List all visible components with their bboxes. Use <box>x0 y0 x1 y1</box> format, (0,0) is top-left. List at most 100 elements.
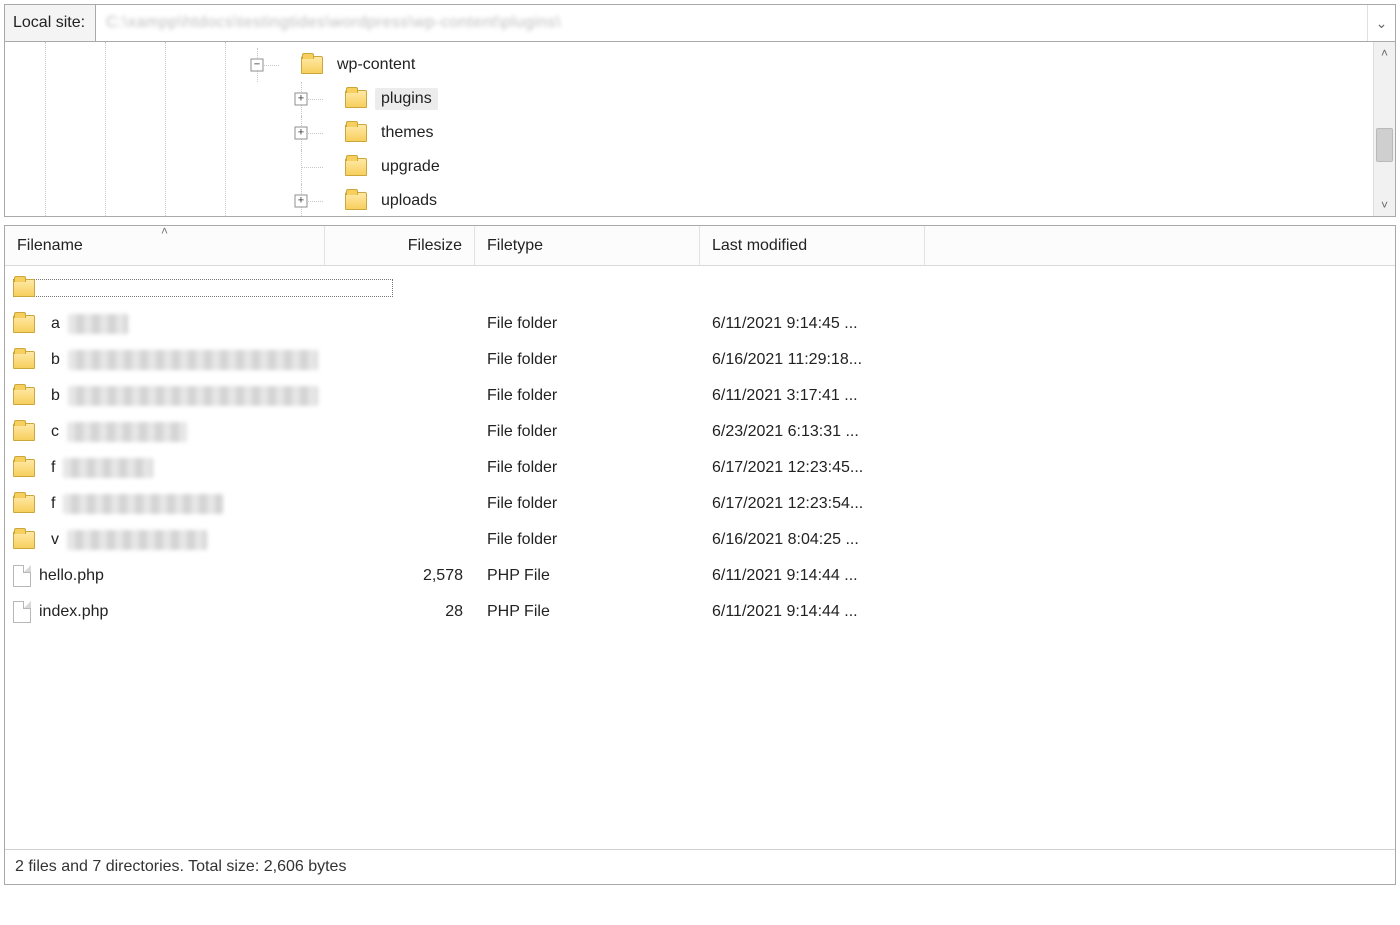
folder-row[interactable]: b File folder6/16/2021 11:29:18... <box>5 342 1395 378</box>
cell-filetype: PHP File <box>475 567 700 585</box>
path-dropdown-button[interactable]: ⌄ <box>1367 5 1395 41</box>
file-list-body[interactable]: aFile folder6/11/2021 9:14:45 ...bFile f… <box>5 266 1395 849</box>
scroll-thumb[interactable] <box>1376 128 1393 162</box>
folder-row[interactable]: b File folder6/11/2021 3:17:41 ... <box>5 378 1395 414</box>
folder-icon <box>345 158 367 176</box>
cell-modified: 6/23/2021 6:13:31 ... <box>700 423 925 441</box>
column-label: Filename <box>17 237 83 255</box>
tree-node-wp-content[interactable]: − wp-content <box>5 48 1373 82</box>
tree-scrollbar[interactable]: ˄ ˅ <box>1373 42 1395 216</box>
chevron-down-icon: ⌄ <box>1376 15 1388 32</box>
tree-node-label: plugins <box>375 88 438 110</box>
column-header-modified[interactable]: Last modified <box>700 226 925 265</box>
tree-node-label: uploads <box>375 190 443 212</box>
cell-modified: 6/11/2021 9:14:45 ... <box>700 315 925 333</box>
directory-tree-pane: − wp-content + plugins + themes upgrade + uplo… <box>4 42 1396 217</box>
folder-row[interactable]: f File folder6/17/2021 12:23:45... <box>5 450 1395 486</box>
cell-filename: hello.php <box>13 565 325 587</box>
folder-icon <box>13 279 35 297</box>
redacted-text <box>68 314 128 334</box>
cell-filename: a <box>13 314 325 334</box>
file-list-header: ˄ Filename Filesize Filetype Last modifi… <box>5 226 1395 266</box>
folder-icon <box>13 459 35 477</box>
local-path-input[interactable]: C:\xampp\htdocs\testingtides\wordpress\w… <box>96 5 1367 41</box>
cell-filetype: File folder <box>475 387 700 405</box>
cell-filesize: 28 <box>325 603 475 621</box>
local-path-bar: Local site: C:\xampp\htdocs\testingtides… <box>4 4 1396 42</box>
redacted-text <box>67 530 207 550</box>
cell-modified: 6/17/2021 12:23:45... <box>700 459 925 477</box>
cell-filetype: File folder <box>475 459 700 477</box>
cell-filename: b <box>13 386 325 406</box>
column-label: Last modified <box>712 237 807 255</box>
folder-row[interactable]: v File folder6/16/2021 8:04:25 ... <box>5 522 1395 558</box>
cell-filetype: File folder <box>475 495 700 513</box>
file-icon <box>13 565 31 587</box>
cell-filename: f <box>13 458 325 478</box>
cell-filename <box>13 279 393 297</box>
folder-icon <box>13 351 35 369</box>
column-header-filetype[interactable]: Filetype <box>475 226 700 265</box>
cell-filename: f <box>13 494 325 514</box>
tree-node-themes[interactable]: + themes <box>5 116 1373 150</box>
cell-modified: 6/16/2021 11:29:18... <box>700 351 925 369</box>
folder-icon <box>13 495 35 513</box>
expand-icon[interactable]: + <box>295 195 308 208</box>
tree-node-label: upgrade <box>375 156 446 178</box>
expand-icon[interactable]: + <box>295 93 308 106</box>
redacted-text <box>63 494 223 514</box>
folder-row[interactable]: c File folder6/23/2021 6:13:31 ... <box>5 414 1395 450</box>
cell-filetype: PHP File <box>475 603 700 621</box>
cell-modified: 6/11/2021 3:17:41 ... <box>700 387 925 405</box>
cell-modified: 6/16/2021 8:04:25 ... <box>700 531 925 549</box>
folder-icon <box>345 90 367 108</box>
cell-filename: b <box>13 350 325 370</box>
file-row[interactable]: index.php28PHP File6/11/2021 9:14:44 ... <box>5 594 1395 630</box>
folder-row[interactable]: f File folder6/17/2021 12:23:54... <box>5 486 1395 522</box>
cell-filetype: File folder <box>475 531 700 549</box>
cell-filetype: File folder <box>475 423 700 441</box>
folder-icon <box>301 56 323 74</box>
folder-row[interactable]: a File folder6/11/2021 9:14:45 ... <box>5 306 1395 342</box>
redacted-text <box>63 458 153 478</box>
tree-node-label: wp-content <box>331 54 421 76</box>
scroll-down-icon[interactable]: ˅ <box>1374 194 1395 216</box>
tree-node-uploads[interactable]: + uploads <box>5 184 1373 216</box>
cell-filetype: File folder <box>475 315 700 333</box>
folder-icon <box>13 531 35 549</box>
sort-asc-icon: ˄ <box>161 224 168 238</box>
folder-icon <box>345 124 367 142</box>
column-label: Filetype <box>487 237 543 255</box>
file-list-pane: ˄ Filename Filesize Filetype Last modifi… <box>4 225 1396 885</box>
tree-node-upgrade[interactable]: upgrade <box>5 150 1373 184</box>
cell-modified: 6/11/2021 9:14:44 ... <box>700 567 925 585</box>
cell-modified: 6/17/2021 12:23:54... <box>700 495 925 513</box>
directory-tree[interactable]: − wp-content + plugins + themes upgrade + uplo… <box>5 42 1373 216</box>
file-icon <box>13 601 31 623</box>
parent-directory-row[interactable] <box>5 270 1395 306</box>
file-row[interactable]: hello.php2,578PHP File6/11/2021 9:14:44 … <box>5 558 1395 594</box>
column-label: Filesize <box>408 237 462 255</box>
local-site-label: Local site: <box>5 5 96 41</box>
folder-icon <box>345 192 367 210</box>
redacted-text <box>67 422 187 442</box>
status-bar: 2 files and 7 directories. Total size: 2… <box>5 849 1395 884</box>
column-header-filesize[interactable]: Filesize <box>325 226 475 265</box>
cell-filesize: 2,578 <box>325 567 475 585</box>
collapse-icon[interactable]: − <box>251 59 264 72</box>
redacted-text <box>68 350 318 370</box>
folder-icon <box>13 315 35 333</box>
scroll-up-icon[interactable]: ˄ <box>1374 42 1395 64</box>
cell-filetype: File folder <box>475 351 700 369</box>
tree-node-plugins[interactable]: + plugins <box>5 82 1373 116</box>
cell-filename: index.php <box>13 601 325 623</box>
expand-icon[interactable]: + <box>295 127 308 140</box>
folder-icon <box>13 387 35 405</box>
redacted-text <box>68 386 318 406</box>
column-header-filename[interactable]: ˄ Filename <box>5 226 325 265</box>
cell-filename: c <box>13 422 325 442</box>
cell-filename: v <box>13 530 325 550</box>
tree-node-label: themes <box>375 122 439 144</box>
folder-icon <box>13 423 35 441</box>
cell-modified: 6/11/2021 9:14:44 ... <box>700 603 925 621</box>
